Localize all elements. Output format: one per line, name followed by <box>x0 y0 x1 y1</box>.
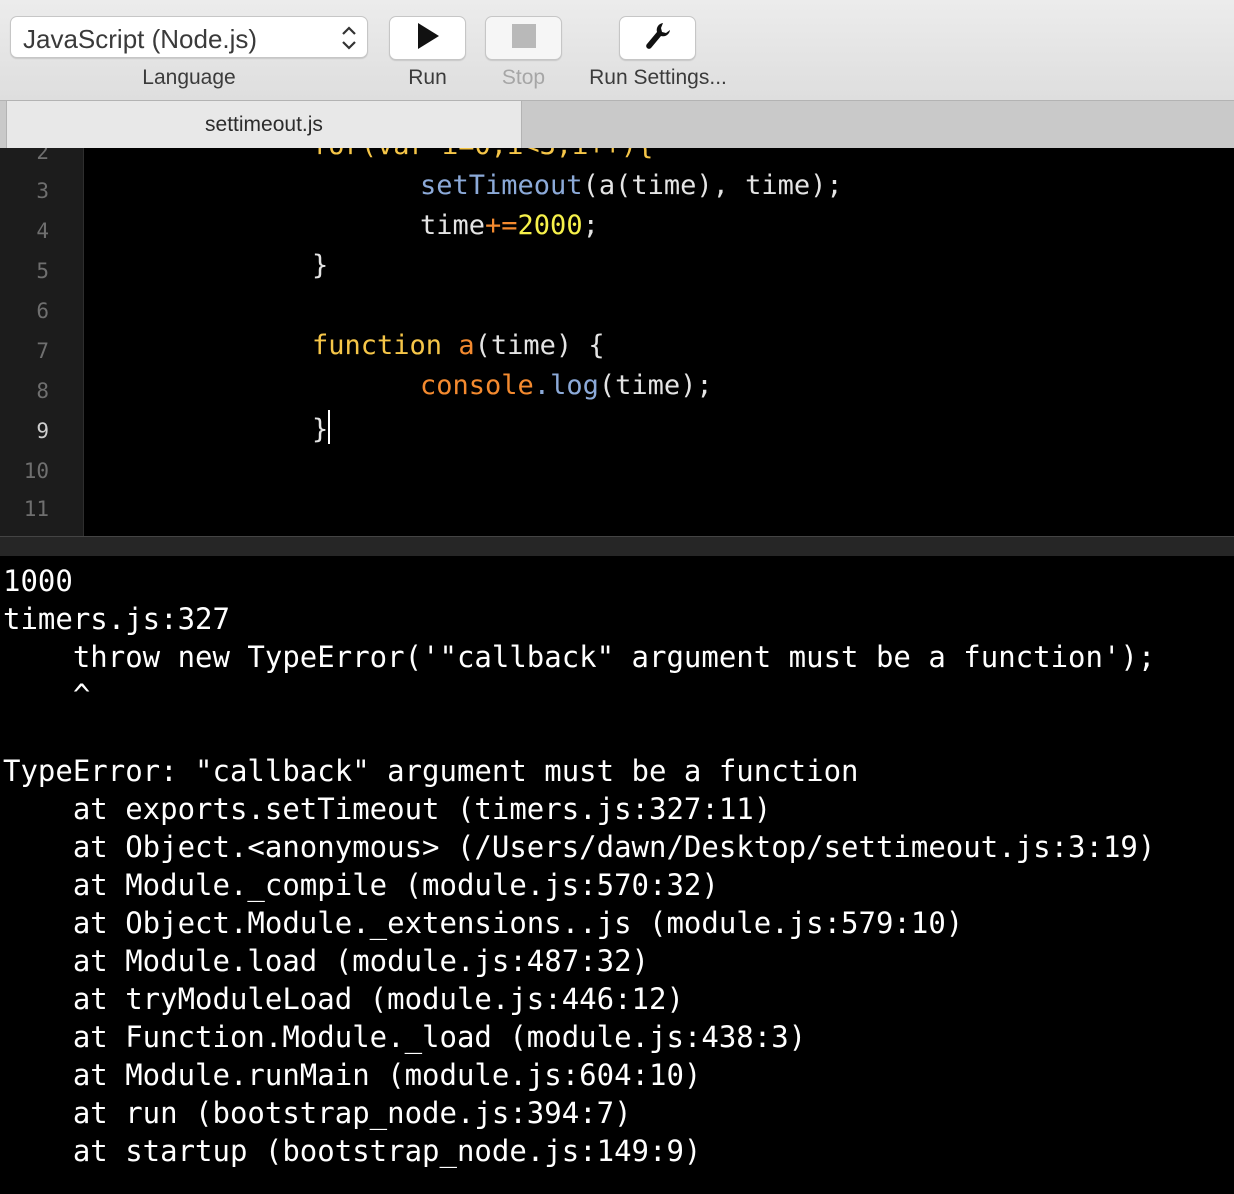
language-select[interactable]: JavaScript (Node.js) <box>10 16 368 58</box>
line-number: 2 <box>36 148 49 164</box>
code-token: (time) { <box>474 330 605 361</box>
console-line: at Object.<anonymous> (/Users/dawn/Deskt… <box>3 830 1156 864</box>
code-token: } <box>312 414 329 445</box>
line-number-current: 9 <box>36 419 49 443</box>
line-number: 3 <box>36 179 49 203</box>
tab-settimeout[interactable]: settimeout.js <box>6 101 522 149</box>
code-line-7: function a(time) { <box>312 330 605 361</box>
console-line: at Object.Module._extensions..js (module… <box>3 906 964 940</box>
run-button[interactable] <box>389 16 466 60</box>
line-number: 11 <box>23 497 49 521</box>
code-token: function <box>312 330 443 361</box>
run-label: Run <box>408 66 447 89</box>
code-line-3: setTimeout(a(time), time); <box>420 170 843 201</box>
line-number: 7 <box>36 339 49 363</box>
stop-icon <box>511 23 537 54</box>
code-token: time <box>420 210 486 241</box>
console-line: at Module._compile (module.js:570:32) <box>3 868 719 902</box>
language-value: JavaScript (Node.js) <box>23 24 258 54</box>
text-cursor <box>328 410 331 444</box>
code-editor[interactable]: 2 3 4 5 6 7 8 9 10 11 for(var i=0;i<3;i+… <box>0 148 1234 536</box>
code-token: log <box>550 370 599 401</box>
console-line: at Module.load (module.js:487:32) <box>3 944 650 978</box>
code-line-2: for(var i=0;i<3;i++){ <box>312 148 653 161</box>
wrench-icon <box>644 21 672 56</box>
code-token: (a(time), time); <box>582 170 843 201</box>
code-token: setTimeout <box>420 170 583 201</box>
chevron-updown-icon <box>341 25 357 56</box>
stop-label: Stop <box>501 66 546 89</box>
tab-label: settimeout.js <box>205 113 323 136</box>
code-token: ; <box>582 210 599 241</box>
console-line: at exports.setTimeout (timers.js:327:11) <box>3 792 772 826</box>
play-icon <box>415 22 441 55</box>
code-token: console <box>420 370 534 401</box>
code-token: (time); <box>598 370 713 401</box>
code-token: 2000 <box>517 210 583 241</box>
line-number: 6 <box>36 299 49 323</box>
console-line: 1000 <box>3 564 73 598</box>
console-line: ^ <box>3 678 91 712</box>
run-settings-button[interactable] <box>619 16 696 60</box>
line-number: 5 <box>36 259 49 283</box>
console-line: at Function.Module._load (module.js:438:… <box>3 1020 807 1054</box>
code-line-5: } <box>312 250 329 281</box>
code-token: a <box>458 330 475 361</box>
run-settings-label: Run Settings... <box>589 66 727 89</box>
console-line: timers.js:327 <box>3 602 230 636</box>
console-line: throw new TypeError('"callback" argument… <box>3 640 1156 674</box>
console-line: at run (bootstrap_node.js:394:7) <box>3 1096 632 1130</box>
code-line-4: time+=2000; <box>420 210 599 241</box>
stop-button[interactable] <box>485 16 562 60</box>
pane-splitter[interactable] <box>0 536 1234 556</box>
line-number-gutter: 2 3 4 5 6 7 8 9 10 11 <box>0 148 84 536</box>
toolbar: JavaScript (Node.js) Language Run Stop R… <box>0 0 1234 100</box>
language-label: Language <box>142 66 236 89</box>
console-line: at Module.runMain (module.js:604:10) <box>3 1058 702 1092</box>
code-token: += <box>485 210 518 241</box>
console-line: TypeError: "callback" argument must be a… <box>3 754 859 788</box>
line-number: 10 <box>23 459 49 483</box>
console-output: 1000 timers.js:327 throw new TypeError('… <box>0 556 1234 1194</box>
console-line: at startup (bootstrap_node.js:149:9) <box>3 1134 702 1168</box>
console-line: at tryModuleLoad (module.js:446:12) <box>3 982 684 1016</box>
code-line-8: console.log(time); <box>420 370 713 401</box>
tab-bar: settimeout.js <box>0 100 1234 149</box>
line-number: 4 <box>36 219 49 243</box>
code-token: . <box>533 370 551 401</box>
code-line-9: } <box>312 410 331 445</box>
line-number: 8 <box>36 379 49 403</box>
